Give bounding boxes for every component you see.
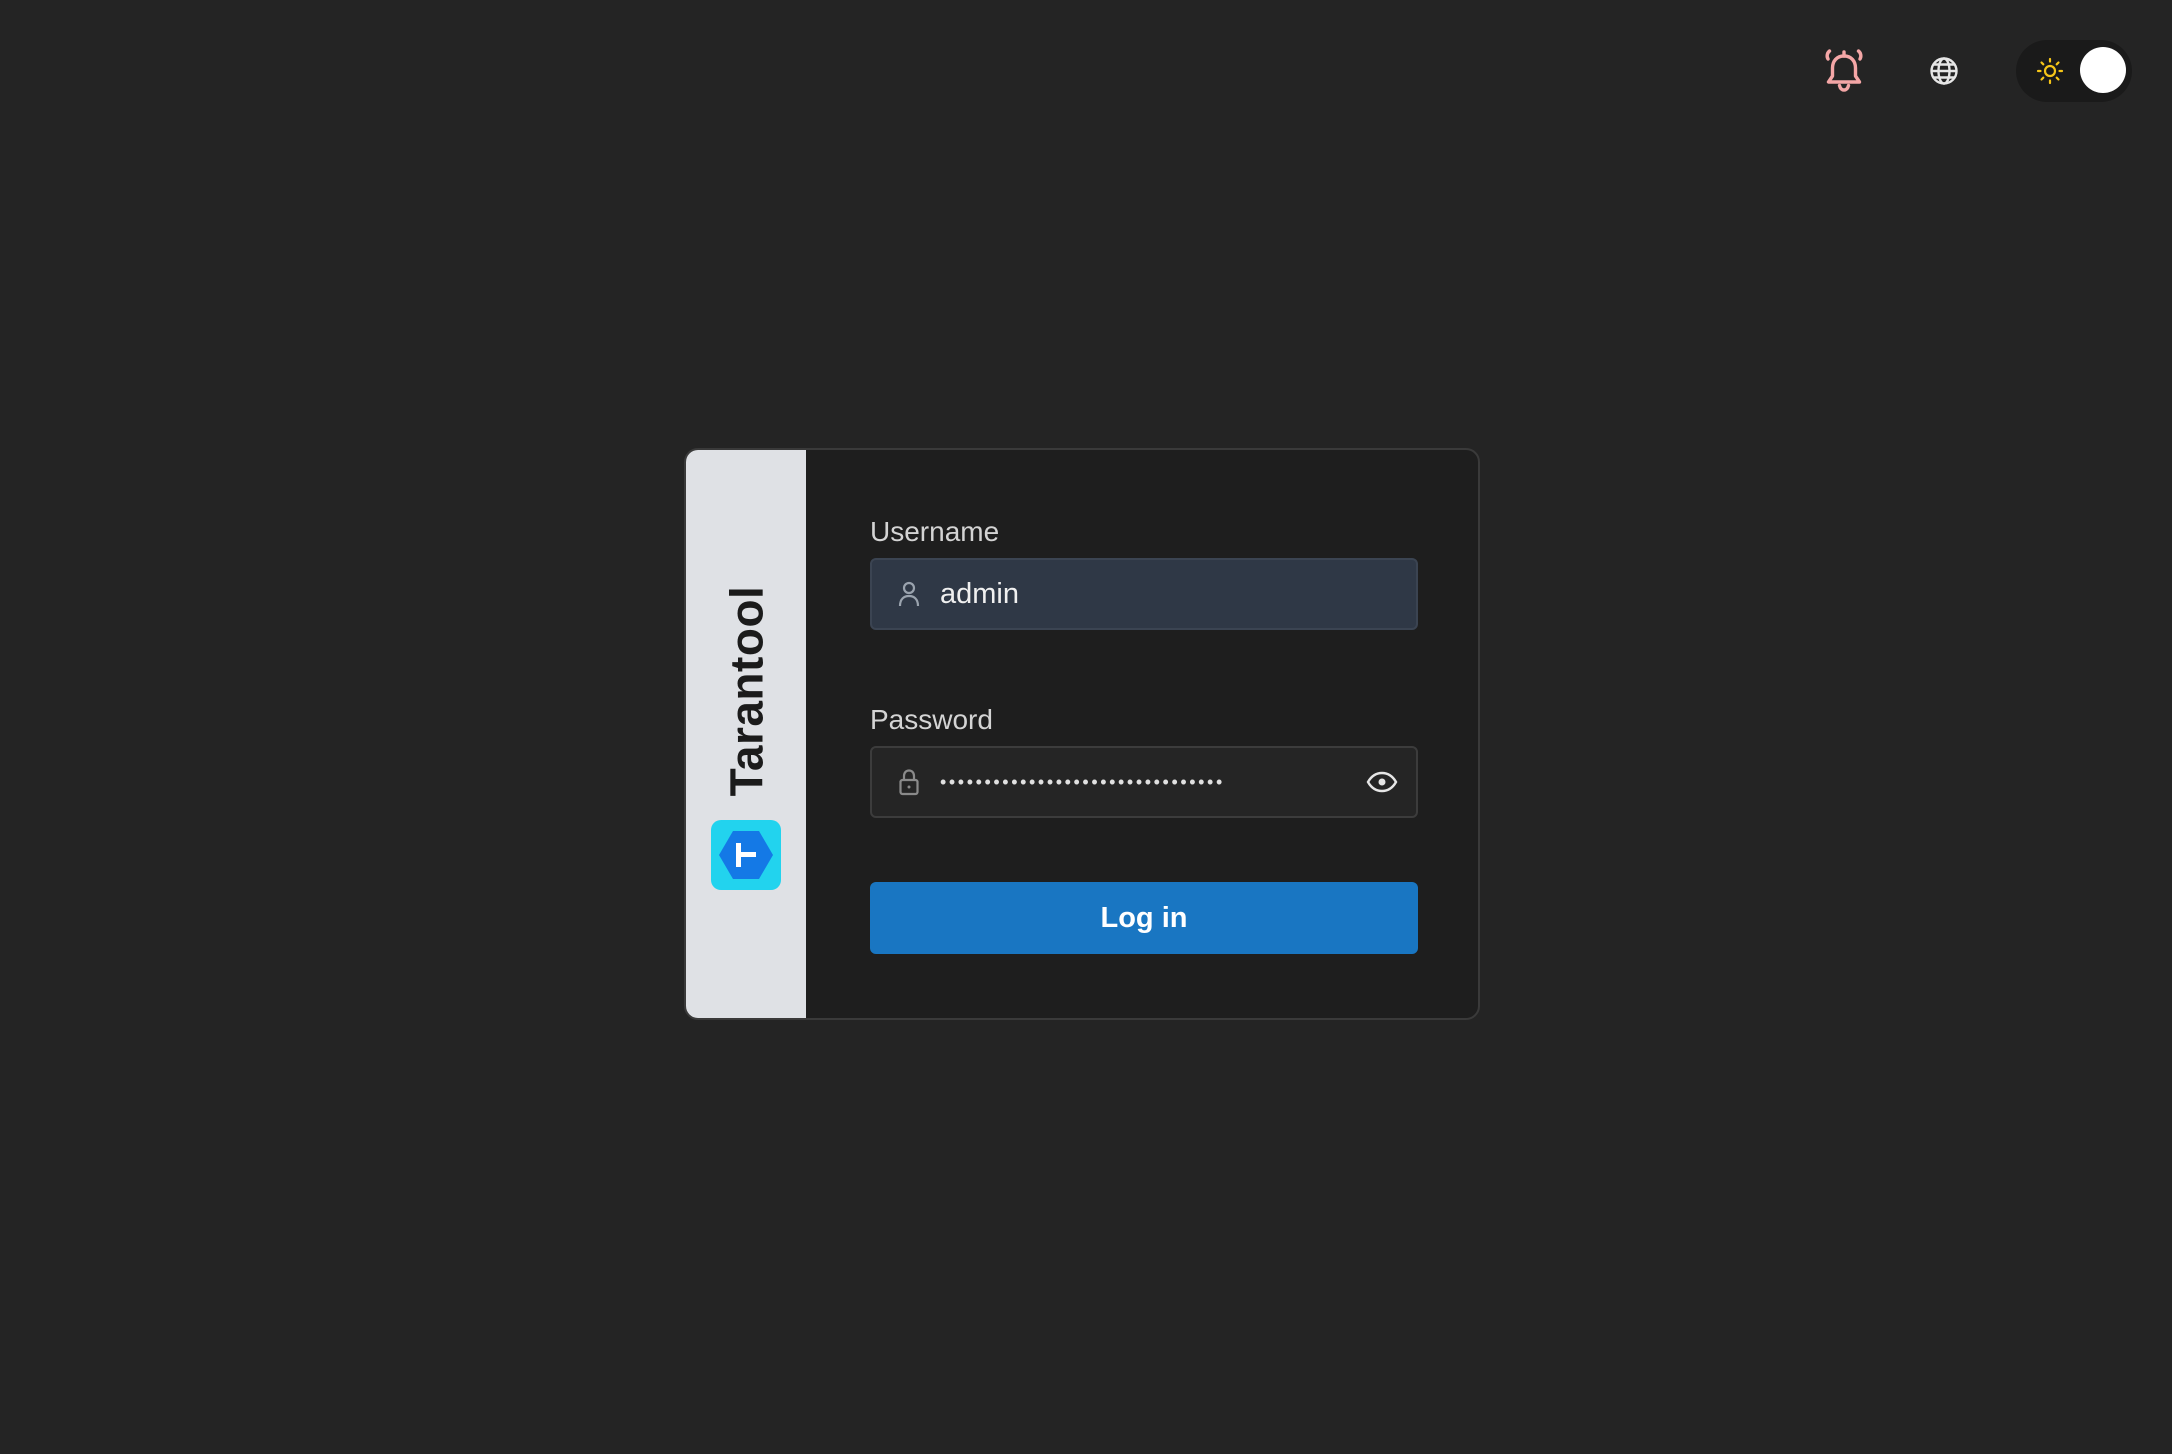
password-field[interactable]: •••••••••••••••••••••••••••••••• bbox=[870, 746, 1418, 818]
sun-icon bbox=[2036, 57, 2064, 85]
top-toolbar bbox=[1816, 40, 2132, 102]
globe-icon bbox=[1930, 57, 1958, 85]
brand-name-container: Tarantool bbox=[716, 576, 776, 806]
notifications-button[interactable] bbox=[1816, 43, 1872, 99]
language-button[interactable] bbox=[1916, 43, 1972, 99]
brand-sidebar: Tarantool bbox=[686, 450, 806, 1018]
username-field[interactable]: admin bbox=[870, 558, 1418, 630]
username-label: Username bbox=[870, 516, 1000, 547]
login-button[interactable]: Log in bbox=[870, 882, 1418, 954]
user-icon bbox=[894, 579, 924, 609]
bell-ringing-icon bbox=[1825, 49, 1863, 92]
login-form: Username admin Password ••••••••••••••••… bbox=[806, 450, 1478, 1018]
theme-toggle[interactable] bbox=[2016, 40, 2132, 102]
password-input[interactable]: •••••••••••••••••••••••••••••••• bbox=[940, 772, 1352, 793]
toggle-knob bbox=[2080, 47, 2126, 93]
login-card: Tarantool Username admin Password ••••••… bbox=[684, 448, 1480, 1020]
tarantool-logo-icon bbox=[711, 820, 781, 890]
username-input[interactable]: admin bbox=[940, 578, 1416, 611]
brand-name: Tarantool bbox=[720, 585, 772, 797]
show-password-button[interactable] bbox=[1362, 762, 1402, 802]
lock-icon bbox=[894, 767, 924, 797]
eye-icon bbox=[1366, 771, 1398, 793]
password-label: Password bbox=[870, 704, 993, 735]
